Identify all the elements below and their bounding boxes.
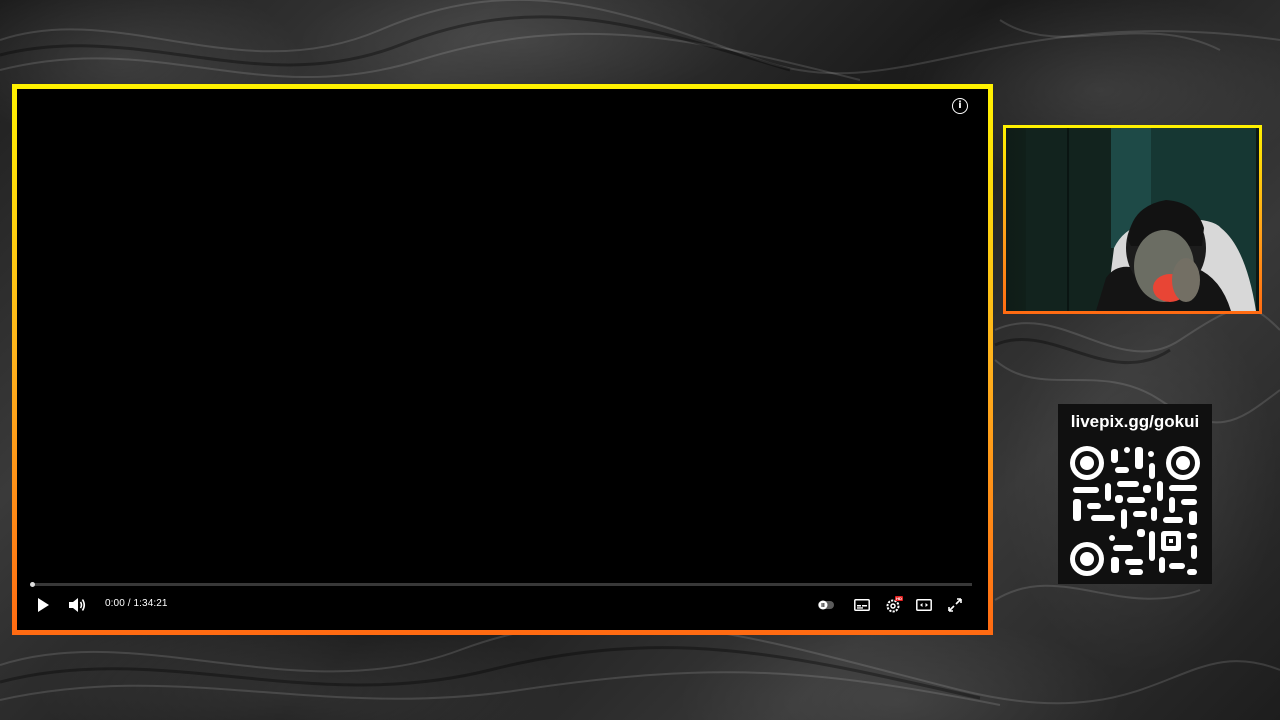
webcam-feed <box>1006 128 1259 311</box>
volume-button[interactable] <box>67 594 87 616</box>
progress-scrubber[interactable] <box>30 582 35 587</box>
settings-button[interactable]: HD <box>883 594 905 616</box>
fullscreen-button[interactable] <box>945 594 965 616</box>
qr-code-icon[interactable] <box>1069 445 1201 577</box>
hd-badge: HD <box>896 596 902 601</box>
time-display: 0:00 / 1:34:21 <box>105 598 168 609</box>
progress-bar[interactable] <box>30 582 972 587</box>
theater-mode-button[interactable] <box>914 594 934 616</box>
settings-icon: HD <box>886 596 903 613</box>
video-player-frame: i 0:00 / 1:34:21 HD <box>12 84 993 635</box>
autoplay-toggle-icon <box>818 600 834 610</box>
theater-mode-icon <box>916 599 932 611</box>
volume-icon <box>69 598 86 612</box>
player-controls: 0:00 / 1:34:21 HD <box>17 594 988 616</box>
fullscreen-icon <box>948 598 962 612</box>
video-player[interactable]: i 0:00 / 1:34:21 HD <box>17 89 988 630</box>
autoplay-toggle[interactable] <box>816 594 836 616</box>
subtitles-icon <box>854 599 870 611</box>
subtitles-button[interactable] <box>852 594 872 616</box>
donation-qr-panel: livepix.gg/gokui <box>1058 404 1212 584</box>
donation-url: livepix.gg/gokui <box>1070 412 1200 431</box>
play-icon <box>38 598 49 612</box>
webcam-frame <box>1003 125 1262 314</box>
info-icon[interactable]: i <box>952 98 968 114</box>
play-button[interactable] <box>33 594 53 616</box>
